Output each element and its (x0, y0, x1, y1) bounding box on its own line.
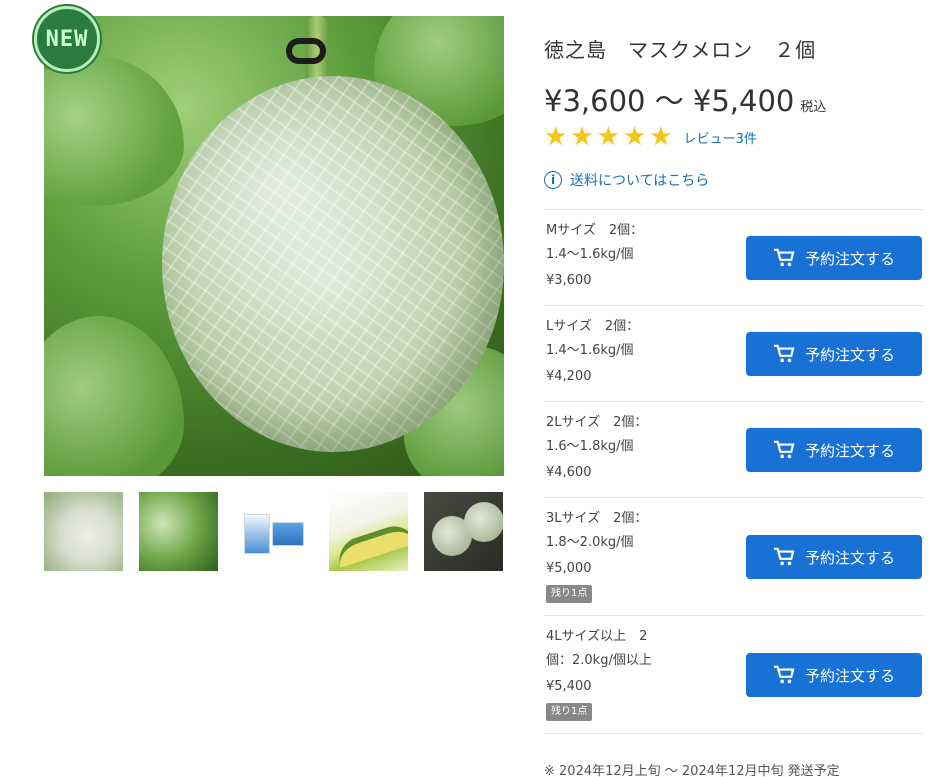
variant-description: Mサイズ 2個： 1.4〜1.6kg/個 ¥3,600 (546, 219, 676, 293)
variant-description: 2Lサイズ 2個： 1.6〜1.8kg/個 ¥4,600 (546, 411, 676, 485)
variant-row: 2Lサイズ 2個： 1.6〜1.8kg/個 ¥4,600 予約注文する (544, 402, 924, 498)
variant-price: ¥3,600 (546, 273, 592, 288)
thumbnail-2[interactable] (139, 492, 218, 571)
cart-icon (773, 547, 795, 566)
review-link[interactable]: レビュー3件 (684, 128, 757, 147)
tax-label: 税込 (800, 100, 827, 115)
cart-icon (773, 440, 795, 459)
preorder-button[interactable]: 予約注文する (746, 428, 922, 472)
variant-size: 2Lサイズ 2個： (546, 415, 648, 430)
variant-size: 4Lサイズ以上 2 (546, 629, 648, 644)
variant-weight: 個：2.0kg/個以上 (546, 653, 652, 668)
variant-row: 4Lサイズ以上 2 個：2.0kg/個以上 ¥5,400 残り1点 予約注文する (544, 616, 924, 734)
star-icon: ★ (570, 122, 594, 152)
star-icon: ★ (649, 122, 673, 152)
cart-icon (773, 665, 795, 684)
new-badge: NEW (34, 6, 100, 72)
variant-row: Lサイズ 2個： 1.4〜1.6kg/個 ¥4,200 予約注文する (544, 306, 924, 402)
leaf-decoration (44, 316, 184, 476)
melon-slice (333, 520, 408, 568)
price-range-value: ¥3,600 〜 ¥5,400 (544, 84, 795, 118)
leaf-decoration (44, 56, 184, 206)
preorder-button-label: 予約注文する (804, 548, 895, 567)
variant-description: 4Lサイズ以上 2 個：2.0kg/個以上 ¥5,400 残り1点 (546, 625, 676, 723)
variant-list: Mサイズ 2個： 1.4〜1.6kg/個 ¥3,600 予約注文する Lサイズ … (544, 209, 924, 734)
stock-badge: 残り1点 (546, 703, 593, 721)
preorder-button-label: 予約注文する (804, 666, 895, 685)
thumbnail-4[interactable] (329, 492, 408, 571)
variant-weight: 1.6〜1.8kg/個 (546, 439, 634, 454)
thumbnail-strip (44, 492, 503, 571)
main-product-image (44, 16, 504, 476)
melon (464, 502, 503, 542)
gift-box (244, 514, 270, 554)
preorder-button-label: 予約注文する (804, 441, 895, 460)
preorder-button[interactable]: 予約注文する (746, 332, 922, 376)
star-icon: ★ (596, 122, 620, 152)
variant-description: Lサイズ 2個： 1.4〜1.6kg/個 ¥4,200 (546, 315, 676, 389)
variant-weight: 1.8〜2.0kg/個 (546, 535, 634, 550)
preorder-button-label: 予約注文する (804, 249, 895, 268)
variant-size: Lサイズ 2個： (546, 319, 640, 334)
variant-weight: 1.4〜1.6kg/個 (546, 343, 634, 358)
shipping-schedule-note: ※ 2024年12月上旬 〜 2024年12月中旬 発送予定 (544, 764, 840, 777)
product-title: 徳之島 マスクメロン ２個 (544, 38, 817, 62)
star-icon: ★ (622, 122, 647, 152)
rating: ★ ★ ★ ★ ★ レビュー3件 (544, 124, 757, 150)
variant-weight: 1.4〜1.6kg/個 (546, 247, 634, 262)
stock-badge: 残り1点 (546, 585, 593, 603)
shipping-info-link[interactable]: i 送料についてはこちら (544, 170, 709, 190)
shipping-link-label: 送料についてはこちら (570, 173, 710, 189)
preorder-button[interactable]: 予約注文する (746, 236, 922, 280)
melon (162, 76, 504, 452)
thumbnail-5[interactable] (424, 492, 503, 571)
variant-price: ¥5,400 (546, 679, 592, 694)
variant-row: 3Lサイズ 2個： 1.8〜2.0kg/個 ¥5,000 残り1点 予約注文する (544, 498, 924, 616)
thumbnail-1[interactable] (44, 492, 123, 571)
gift-box (272, 522, 304, 546)
thumbnail-3[interactable] (234, 492, 313, 571)
price-range: ¥3,600 〜 ¥5,400 税込 (544, 78, 826, 120)
variant-price: ¥4,200 (546, 369, 592, 384)
preorder-button[interactable]: 予約注文する (746, 653, 922, 697)
variant-description: 3Lサイズ 2個： 1.8〜2.0kg/個 ¥5,000 残り1点 (546, 507, 676, 605)
variant-price: ¥5,000 (546, 561, 592, 576)
variant-size: 3Lサイズ 2個： (546, 511, 648, 526)
vine-clip (286, 38, 326, 64)
star-icon: ★ (544, 122, 568, 152)
preorder-button[interactable]: 予約注文する (746, 535, 922, 579)
info-icon: i (544, 171, 562, 189)
variant-price: ¥4,600 (546, 465, 592, 480)
variant-row: Mサイズ 2個： 1.4〜1.6kg/個 ¥3,600 予約注文する (544, 210, 924, 306)
preorder-button-label: 予約注文する (804, 345, 895, 364)
cart-icon (773, 344, 795, 363)
cart-icon (773, 248, 795, 267)
variant-size: Mサイズ 2個： (546, 223, 644, 238)
